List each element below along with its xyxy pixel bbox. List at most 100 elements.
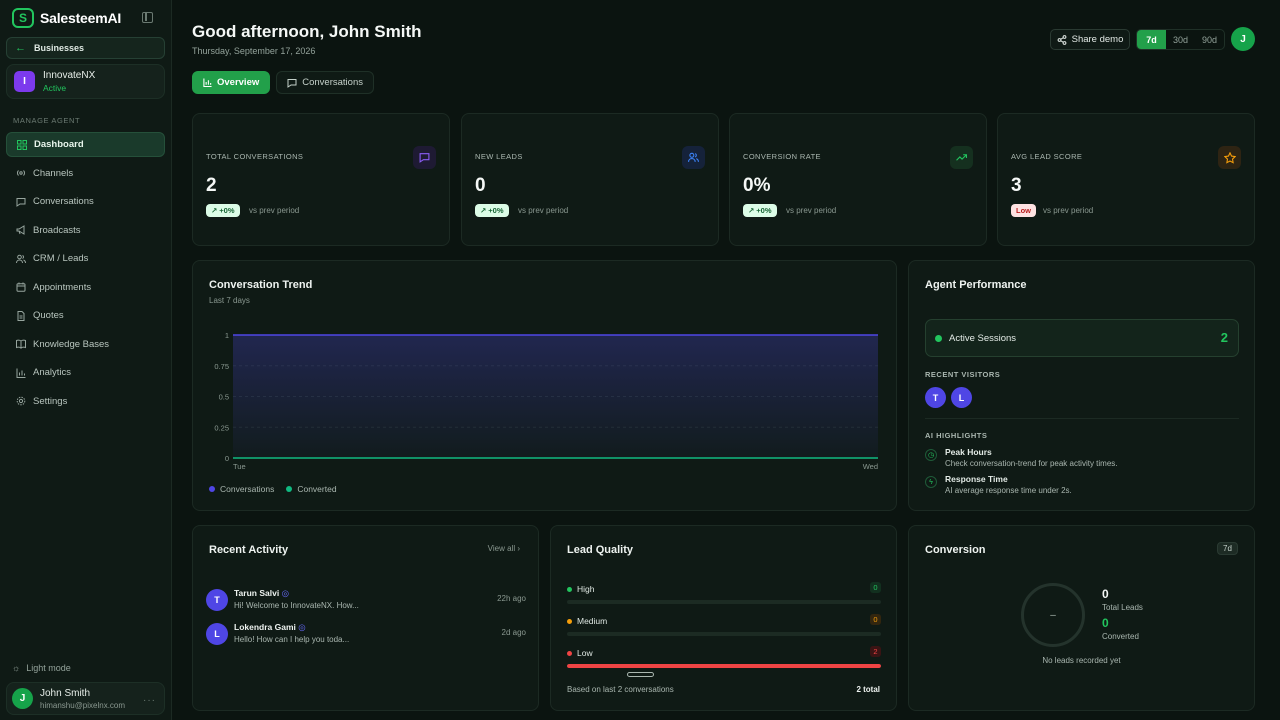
- scroll-handle[interactable]: [627, 672, 654, 677]
- sidebar-item-label: Quotes: [33, 310, 64, 322]
- active-sessions: Active Sessions 2: [925, 319, 1239, 357]
- bolt-icon: ϟ: [925, 476, 937, 488]
- stat-change: +0%: [756, 206, 772, 215]
- user-name: John Smith: [40, 687, 91, 699]
- brand-logo[interactable]: S SalesteemAI: [12, 8, 121, 28]
- quality-bar-fill: [567, 664, 881, 668]
- calendar-icon: [16, 282, 26, 293]
- x-tick-label: Wed: [863, 462, 878, 471]
- range-90d[interactable]: 90d: [1195, 30, 1224, 49]
- y-tick-label: 1: [225, 331, 229, 340]
- activity-message: Hi! Welcome to InnovateNX. How...: [234, 601, 359, 610]
- share-label: Share demo: [1071, 34, 1124, 45]
- sidebar-item-conversations[interactable]: Conversations: [6, 188, 165, 217]
- sidebar-item-settings[interactable]: Settings: [6, 387, 165, 416]
- gear-icon: [16, 396, 26, 406]
- legend-item-conversations[interactable]: Conversations: [209, 484, 274, 494]
- legend-dot: [209, 486, 215, 492]
- sidebar-item-channels[interactable]: Channels: [6, 159, 165, 188]
- visitor-avatar[interactable]: L: [951, 387, 972, 408]
- org-name: InnovateNX: [43, 70, 96, 81]
- stat-vs-label: vs prev period: [249, 206, 300, 215]
- header-avatar[interactable]: J: [1231, 27, 1255, 51]
- total-leads-label: Total Leads: [1102, 603, 1143, 612]
- tab-conversations[interactable]: Conversations: [276, 71, 374, 94]
- page-title: Good afternoon, John Smith: [192, 22, 422, 41]
- sidebar-item-quotes[interactable]: Quotes: [6, 302, 165, 331]
- highlight-desc: Check conversation-trend for peak activi…: [945, 459, 1118, 468]
- legend-label: Conversations: [220, 484, 275, 494]
- sidebar-item-label: Settings: [33, 395, 68, 407]
- card-title: Conversion: [925, 544, 986, 556]
- sidebar-item-broadcasts[interactable]: Broadcasts: [6, 216, 165, 245]
- card-title: Agent Performance: [925, 279, 1027, 291]
- book-icon: [16, 339, 26, 350]
- quality-label-text: Medium: [577, 616, 608, 626]
- visitor-avatar[interactable]: T: [925, 387, 946, 408]
- lead-quality-footer: Based on last 2 conversations: [567, 685, 674, 694]
- stat-change: Low: [1016, 206, 1031, 215]
- sidebar-item-knowledge-bases[interactable]: Knowledge Bases: [6, 330, 165, 359]
- highlight-item: ◷ Peak Hours Check conversation-trend fo…: [925, 447, 1118, 468]
- users-icon: [16, 254, 26, 263]
- users-icon: [682, 146, 705, 169]
- highlight-desc: AI average response time under 2s.: [945, 486, 1072, 495]
- megaphone-icon: [16, 225, 25, 236]
- status-dot: [935, 334, 942, 342]
- org-switcher[interactable]: I InnovateNX Active: [6, 64, 165, 99]
- bar-chart-icon: [16, 368, 26, 378]
- lead-quality-label: Low: [567, 648, 881, 658]
- y-tick-label: 0.75: [214, 362, 229, 371]
- light-mode-toggle[interactable]: ☼ Light mode: [12, 663, 71, 673]
- sidebar-item-label: Broadcasts: [33, 224, 81, 236]
- light-mode-label: Light mode: [26, 663, 71, 673]
- sidebar-item-appointments[interactable]: Appointments: [6, 273, 165, 302]
- converted-label: Converted: [1102, 632, 1139, 641]
- range-30d[interactable]: 30d: [1166, 30, 1195, 49]
- tab-overview[interactable]: Overview: [192, 71, 271, 94]
- grid-icon: [17, 139, 27, 150]
- activity-item[interactable]: T Tarun Salvi ◎ Hi! Welcome to InnovateN…: [206, 587, 526, 613]
- user-profile[interactable]: J John Smith himanshu@pixelnx.com ···: [6, 682, 165, 715]
- logo-icon: S: [12, 8, 34, 28]
- view-all-link[interactable]: View all ›: [488, 544, 520, 553]
- activity-name: Lokendra Gami ◎: [234, 622, 306, 633]
- sidebar-collapse-icon[interactable]: [142, 12, 153, 23]
- sidebar-item-crm-leads[interactable]: CRM / Leads: [6, 245, 165, 274]
- stat-value: 2: [206, 175, 217, 196]
- sidebar-item-analytics[interactable]: Analytics: [6, 359, 165, 388]
- legend-item-converted[interactable]: Converted: [286, 484, 337, 494]
- highlight-title: Response Time: [945, 474, 1008, 484]
- sidebar-item-dashboard[interactable]: Dashboard: [6, 132, 165, 157]
- activity-name-text: Lokendra Gami: [234, 622, 296, 632]
- quality-label-text: Low: [577, 648, 593, 658]
- page-date: Thursday, September 17, 2026: [192, 46, 316, 56]
- sidebar-item-label: Analytics: [33, 367, 72, 379]
- trend-up-icon: ↗: [748, 206, 755, 215]
- activity-avatar: T: [206, 589, 228, 611]
- broadcast-icon: [16, 170, 26, 177]
- sun-icon: ☼: [12, 663, 21, 673]
- quality-bar-track: [567, 632, 881, 636]
- back-to-businesses-button[interactable]: ← Businesses: [6, 37, 165, 59]
- total-leads-value: 0: [1102, 587, 1109, 601]
- quality-count-badge: 0: [870, 614, 881, 625]
- trend-up-icon: ↗: [211, 206, 218, 215]
- date-range-selector: 7d 30d 90d: [1136, 29, 1225, 50]
- range-7d[interactable]: 7d: [1137, 30, 1166, 49]
- chart-legend: Conversations Converted: [209, 484, 337, 494]
- more-icon[interactable]: ···: [143, 695, 156, 706]
- activity-item[interactable]: L Lokendra Gami ◎ Hello! How can I help …: [206, 621, 526, 647]
- sessions-count: 2: [1220, 330, 1228, 345]
- section-label: MANAGE AGENT: [13, 116, 81, 125]
- view-all-label: View all: [487, 544, 516, 553]
- stat-label: NEW LEADS: [475, 152, 523, 161]
- conversion-ring: –: [1021, 583, 1085, 647]
- share-demo-button[interactable]: Share demo: [1050, 29, 1130, 50]
- activity-message: Hello! How can I help you toda...: [234, 635, 350, 644]
- card-title: Lead Quality: [567, 544, 634, 556]
- stat-change-badge: ↗ +0%: [206, 204, 240, 217]
- back-label: Businesses: [34, 43, 85, 53]
- star-icon: [1218, 146, 1241, 169]
- lead-quality-label: High: [567, 584, 881, 594]
